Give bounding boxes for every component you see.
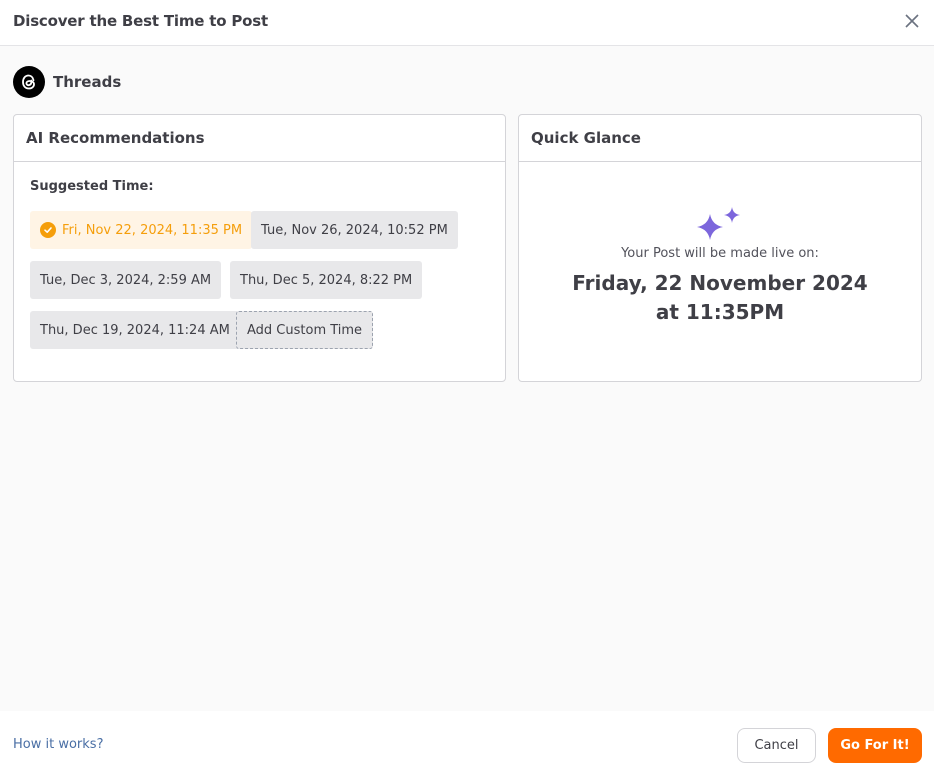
time-option-selected[interactable]: Fri, Nov 22, 2024, 11:35 PM [30, 211, 253, 249]
time-option-label: Fri, Nov 22, 2024, 11:35 PM [62, 222, 243, 238]
time-option[interactable]: Thu, Dec 5, 2024, 8:22 PM [230, 261, 423, 299]
scheduled-date: Friday, 22 November 2024 at 11:35PM [572, 271, 868, 324]
platform-header: Threads [13, 66, 121, 98]
time-option-label: Thu, Dec 19, 2024, 11:24 AM [40, 322, 230, 338]
time-option[interactable]: Tue, Dec 3, 2024, 2:59 AM [30, 261, 222, 299]
modal-footer: How it works? Cancel Go For It! [0, 711, 934, 776]
platform-name: Threads [53, 73, 122, 91]
modal-header: Discover the Best Time to Post [0, 0, 934, 46]
cancel-button[interactable]: Cancel [737, 728, 816, 763]
live-on-text: Your Post will be made live on: [621, 246, 819, 261]
ai-recommendations-panel: AI Recommendations Suggested Time: Fri, … [13, 114, 506, 382]
close-icon[interactable] [904, 13, 920, 29]
quick-glance-panel: Quick Glance Your Post will be made live… [518, 114, 922, 382]
panel-title: AI Recommendations [14, 115, 505, 162]
time-option[interactable]: Tue, Nov 26, 2024, 10:52 PM [251, 211, 458, 249]
quick-glance-content: Your Post will be made live on: Friday, … [519, 162, 921, 327]
modal-title: Discover the Best Time to Post [13, 12, 268, 30]
suggested-time-label: Suggested Time: [30, 179, 154, 194]
panel-title: Quick Glance [519, 115, 921, 162]
add-custom-time-label: Add Custom Time [247, 322, 363, 338]
time-option-label: Tue, Dec 3, 2024, 2:59 AM [40, 272, 212, 288]
sparkle-icon [697, 207, 740, 240]
time-option[interactable]: Thu, Dec 19, 2024, 11:24 AM [30, 311, 240, 349]
go-for-it-button[interactable]: Go For It! [828, 728, 922, 763]
add-custom-time-button[interactable]: Add Custom Time [236, 311, 374, 349]
how-it-works-link[interactable]: How it works? [13, 737, 103, 752]
threads-logo-icon [13, 66, 45, 98]
time-option-label: Thu, Dec 5, 2024, 8:22 PM [240, 272, 413, 288]
time-option-label: Tue, Nov 26, 2024, 10:52 PM [261, 222, 448, 238]
check-circle-icon [40, 222, 56, 238]
